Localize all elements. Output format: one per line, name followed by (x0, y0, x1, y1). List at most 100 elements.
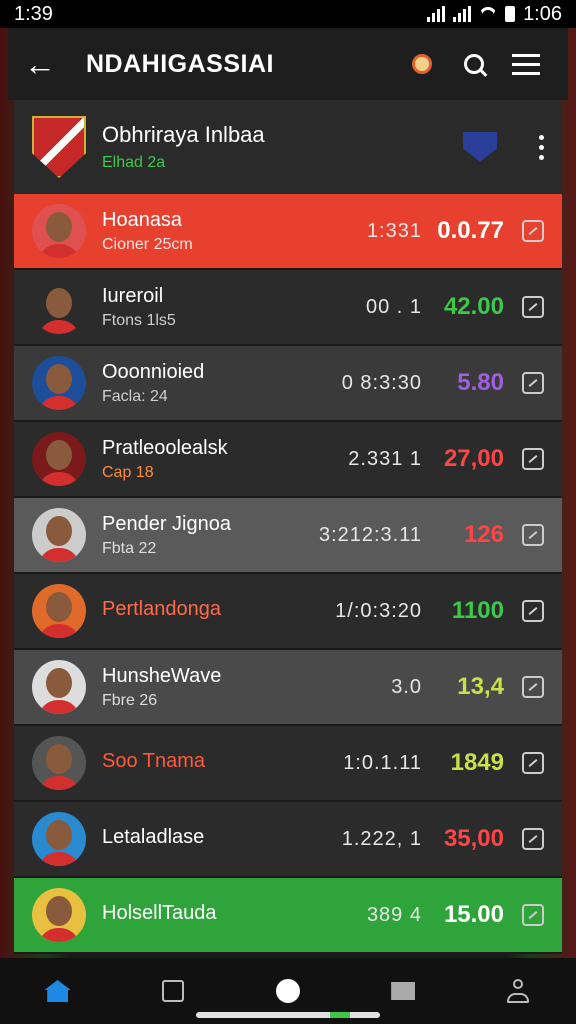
player-row[interactable]: Letaladlase 1.222, 1 35,00 (14, 802, 562, 878)
player-name: Iureroil (102, 284, 164, 307)
inbox-icon (391, 982, 416, 1000)
player-subtitle: Cap 18 (102, 463, 154, 481)
menu-button[interactable] (500, 53, 552, 75)
profile-icon (507, 979, 530, 1003)
status-time: 1:39 (14, 2, 53, 25)
edit-button[interactable] (518, 900, 548, 930)
edit-button[interactable] (518, 292, 548, 322)
player-row[interactable]: Pratleoolealsk Cap 18 2.331 1 27,00 (14, 422, 562, 498)
status-bar: 1:39 1:06 (0, 0, 576, 28)
player-list: Hoanasa Cioner 25cm 1:331 0.0.77 Iureroil Fto… (14, 194, 562, 954)
nav-inbox[interactable] (389, 977, 417, 1005)
nav-list[interactable] (159, 977, 187, 1005)
edit-icon (522, 904, 544, 926)
player-stat-time: 1:0.1.11 (343, 751, 422, 774)
player-stat-time: 1:331 (366, 219, 422, 242)
player-stat-time: 3:212:3.11 (318, 523, 422, 546)
player-stat-time: 1/:0:3:20 (335, 599, 422, 622)
edit-button[interactable] (518, 672, 548, 702)
player-avatar (32, 736, 86, 790)
circle-icon (275, 979, 300, 1003)
page-title: NDAHIGASSIAI (86, 49, 274, 78)
wifi-icon (479, 7, 497, 21)
player-subtitle: Fbta 22 (102, 539, 157, 557)
player-stat-value: 13,4 (457, 673, 504, 700)
live-button[interactable] (396, 54, 448, 74)
edit-icon (522, 524, 544, 546)
edit-button[interactable] (518, 444, 548, 474)
nav-home[interactable] (44, 977, 72, 1005)
player-stat-time: 0 8:3:30 (341, 371, 422, 394)
player-stat-value: 5.80 (457, 369, 504, 396)
player-name: Ooonnioied (102, 360, 205, 383)
player-avatar (32, 888, 86, 942)
player-row[interactable]: HolsellTauda 389 4 15.00 (14, 878, 562, 954)
player-stat-value: 1100 (451, 597, 504, 624)
team-subtitle: Elhad 2a (102, 154, 166, 171)
edit-button[interactable] (518, 368, 548, 398)
edit-icon (522, 220, 544, 242)
player-stat-time: 00 . 1 (365, 295, 422, 318)
player-row[interactable]: Ooonnioied Facla: 24 0 8:3:30 5.80 (14, 346, 562, 422)
signal-icon (427, 6, 446, 22)
player-stat-time: 389 4 (366, 903, 422, 926)
edit-icon (522, 600, 544, 622)
edit-button[interactable] (518, 748, 548, 778)
edit-icon (522, 296, 544, 318)
nav-center[interactable] (274, 977, 302, 1005)
status-icons: 1:06 (427, 3, 562, 26)
player-row[interactable]: Soo Tnama 1:0.1.11 1849 (14, 726, 562, 802)
player-avatar (32, 812, 86, 866)
player-row[interactable]: Iureroil Ftons 1ls5 00 . 1 42.00 (14, 270, 562, 346)
player-stat-time: 2.331 1 (348, 447, 422, 470)
player-stat-value: 0.0.77 (437, 217, 504, 244)
home-indicator (196, 1012, 380, 1018)
player-avatar (32, 660, 86, 714)
edit-icon (522, 372, 544, 394)
home-icon (44, 980, 71, 1002)
player-stat-value: 126 (463, 521, 504, 548)
player-avatar (32, 584, 86, 638)
player-name: Soo Tnama (102, 749, 206, 772)
edit-button[interactable] (518, 216, 548, 246)
league-badge-icon[interactable] (463, 132, 497, 162)
player-name: HunsheWave (102, 664, 222, 687)
player-avatar (32, 432, 86, 486)
player-row[interactable]: Pender Jignoa Fbta 22 3:212:3.11 126 (14, 498, 562, 574)
player-row[interactable]: Hoanasa Cioner 25cm 1:331 0.0.77 (14, 194, 562, 270)
hamburger-icon (512, 53, 540, 75)
edit-button[interactable] (518, 824, 548, 854)
search-button[interactable] (448, 54, 500, 74)
team-header: Obhriraya Inlbaa Elhad 2a (14, 100, 562, 194)
nav-profile[interactable] (504, 977, 532, 1005)
player-subtitle: Cioner 25cm (102, 235, 193, 253)
player-subtitle: Ftons 1ls5 (102, 311, 176, 329)
player-row[interactable]: HunsheWave Fbre 26 3.0 13,4 (14, 650, 562, 726)
list-icon (161, 980, 184, 1002)
player-row[interactable]: Pertlandonga 1/:0:3:20 1100 (14, 574, 562, 650)
edit-icon (522, 448, 544, 470)
player-avatar (32, 356, 86, 410)
player-avatar (32, 204, 86, 258)
player-subtitle: Fbre 26 (102, 691, 158, 709)
more-options-icon[interactable] (539, 134, 544, 160)
back-arrow-icon[interactable]: ← (24, 46, 64, 83)
player-stat-value: 27,00 (443, 445, 504, 472)
player-name: HolsellTauda (102, 901, 217, 924)
player-name: Pertlandonga (102, 597, 221, 620)
player-stat-value: 42.00 (443, 293, 504, 320)
player-subtitle: Facla: 24 (102, 387, 168, 405)
app-bar: ← NDAHIGASSIAI (8, 28, 568, 100)
player-stat-value: 1849 (450, 749, 504, 776)
player-name: Pender Jignoa (102, 512, 231, 535)
signal-icon-2 (453, 6, 472, 22)
edit-icon (522, 828, 544, 850)
search-icon (464, 54, 484, 74)
battery-icon (505, 6, 516, 22)
player-name: Pratleoolealsk (102, 436, 228, 459)
edit-button[interactable] (518, 520, 548, 550)
edit-button[interactable] (518, 596, 548, 626)
player-stat-time: 1.222, 1 (341, 827, 422, 850)
player-stat-value: 15.00 (443, 901, 504, 928)
player-avatar (32, 508, 86, 562)
